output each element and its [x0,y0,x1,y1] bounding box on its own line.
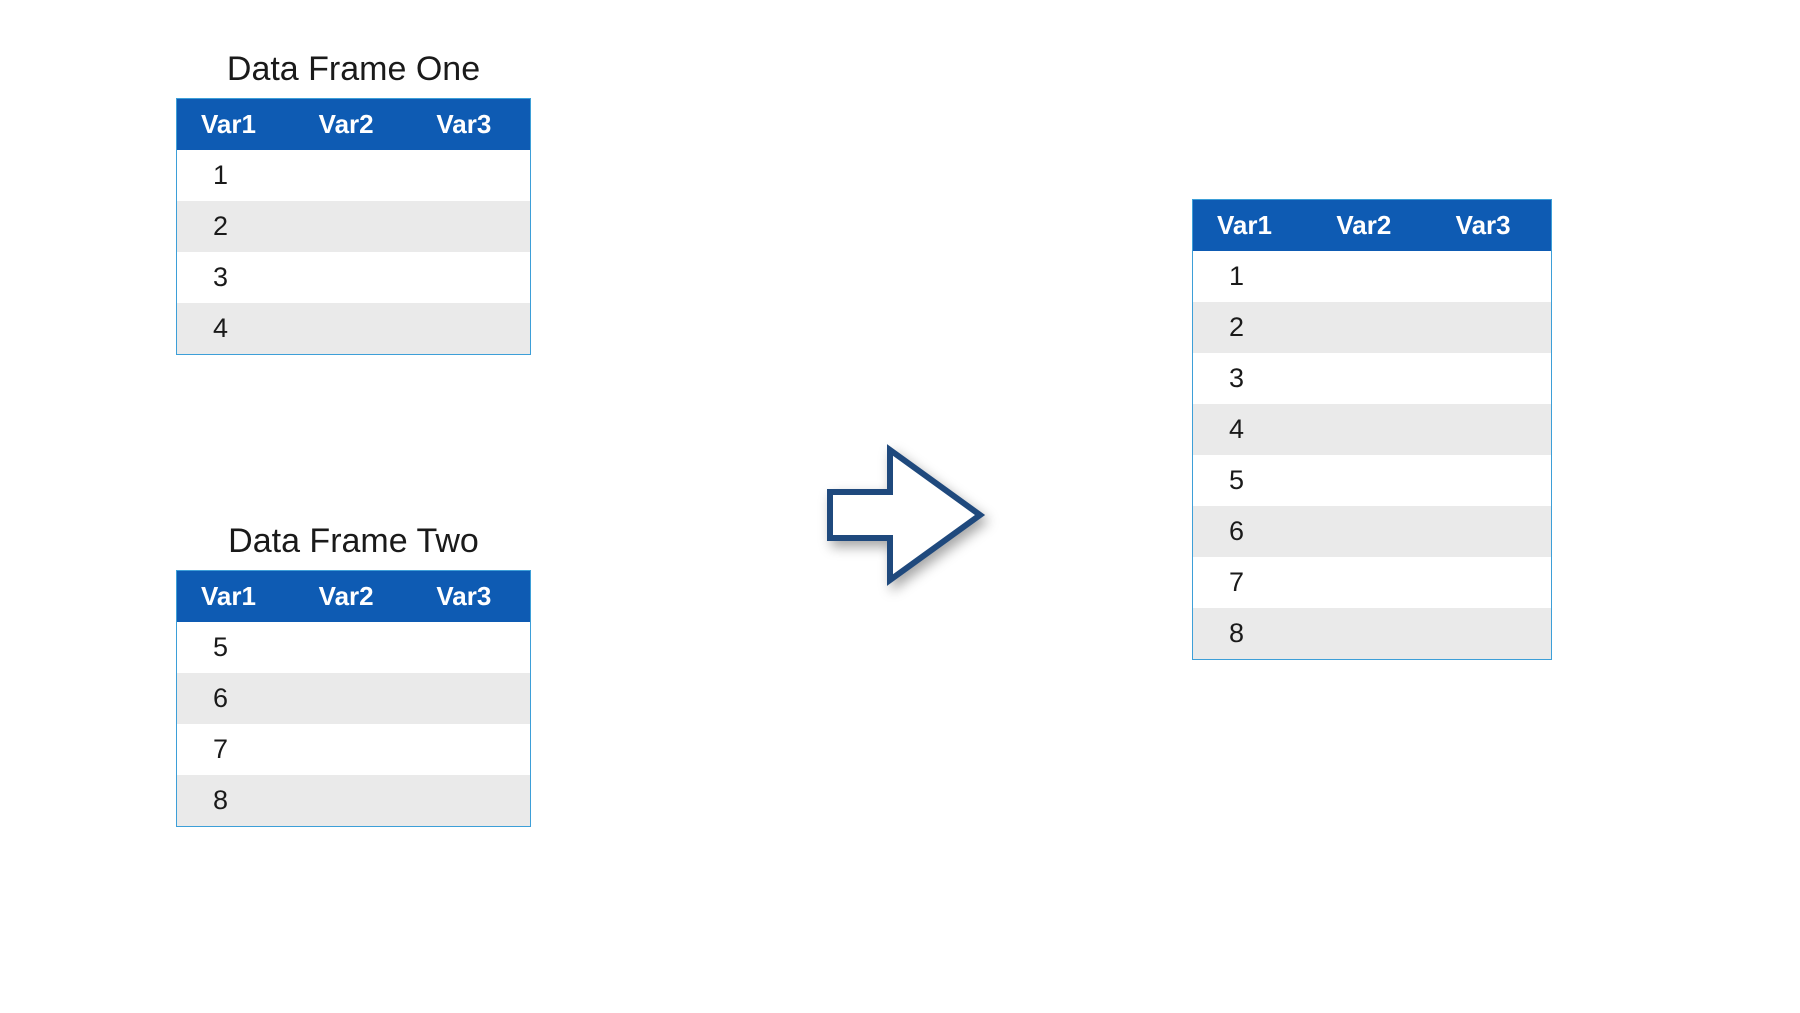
cell [295,150,413,201]
table-header: Var1 Var2 Var3 [177,99,530,150]
cell: 1 [177,150,295,201]
cell: 5 [177,622,295,673]
cell: 3 [177,252,295,303]
cell [412,724,530,775]
cell: 7 [177,724,295,775]
cell [1432,608,1551,659]
header-col3: Var3 [1432,200,1551,251]
cell [1312,353,1431,404]
header-col2: Var2 [295,571,413,622]
cell [412,303,530,354]
header-col2: Var2 [1312,200,1431,251]
cell [1432,353,1551,404]
table-row: 5 [177,622,530,673]
cell: 7 [1193,557,1312,608]
header-col3: Var3 [412,99,530,150]
cell [1432,302,1551,353]
header-col2: Var2 [295,99,413,150]
dataframe-one-title: Data Frame One [176,50,531,89]
cell [1312,506,1431,557]
cell [1432,251,1551,302]
cell [1432,557,1551,608]
cell [1312,455,1431,506]
cell: 4 [1193,404,1312,455]
table-row: 7 [177,724,530,775]
cell: 6 [177,673,295,724]
cell [412,775,530,826]
table-row: 3 [177,252,530,303]
table-header: Var1 Var2 Var3 [1193,200,1551,251]
arrow-right-icon [820,440,990,590]
cell [295,252,413,303]
table-row: 5 [1193,455,1551,506]
dataframe-result: Var1 Var2 Var3 1 2 3 4 5 6 7 8 [1192,199,1552,660]
table-row: 8 [1193,608,1551,659]
table-row: 2 [1193,302,1551,353]
cell [1312,557,1431,608]
cell [295,622,413,673]
cell [1312,251,1431,302]
cell: 2 [177,201,295,252]
table-row: 3 [1193,353,1551,404]
table-row: 4 [1193,404,1551,455]
table-row: 1 [177,150,530,201]
dataframe-one: Var1 Var2 Var3 1 2 3 4 [176,98,531,355]
cell [295,303,413,354]
table-row: 8 [177,775,530,826]
cell: 8 [177,775,295,826]
cell [1432,404,1551,455]
cell: 3 [1193,353,1312,404]
cell [412,673,530,724]
table-row: 6 [177,673,530,724]
cell [1312,302,1431,353]
cell: 1 [1193,251,1312,302]
header-col1: Var1 [177,571,295,622]
header-col1: Var1 [1193,200,1312,251]
cell [412,252,530,303]
header-col1: Var1 [177,99,295,150]
cell: 4 [177,303,295,354]
cell: 2 [1193,302,1312,353]
cell [1432,455,1551,506]
header-col3: Var3 [412,571,530,622]
cell [412,622,530,673]
cell: 6 [1193,506,1312,557]
cell [1312,608,1431,659]
table-header: Var1 Var2 Var3 [177,571,530,622]
dataframe-two: Var1 Var2 Var3 5 6 7 8 [176,570,531,827]
cell [295,673,413,724]
cell: 5 [1193,455,1312,506]
cell [295,201,413,252]
table-row: 2 [177,201,530,252]
cell [295,724,413,775]
table-row: 1 [1193,251,1551,302]
cell [295,775,413,826]
cell [412,201,530,252]
table-row: 4 [177,303,530,354]
cell [1432,506,1551,557]
cell [412,150,530,201]
table-row: 7 [1193,557,1551,608]
dataframe-two-title: Data Frame Two [176,522,531,561]
cell [1312,404,1431,455]
cell: 8 [1193,608,1312,659]
table-row: 6 [1193,506,1551,557]
